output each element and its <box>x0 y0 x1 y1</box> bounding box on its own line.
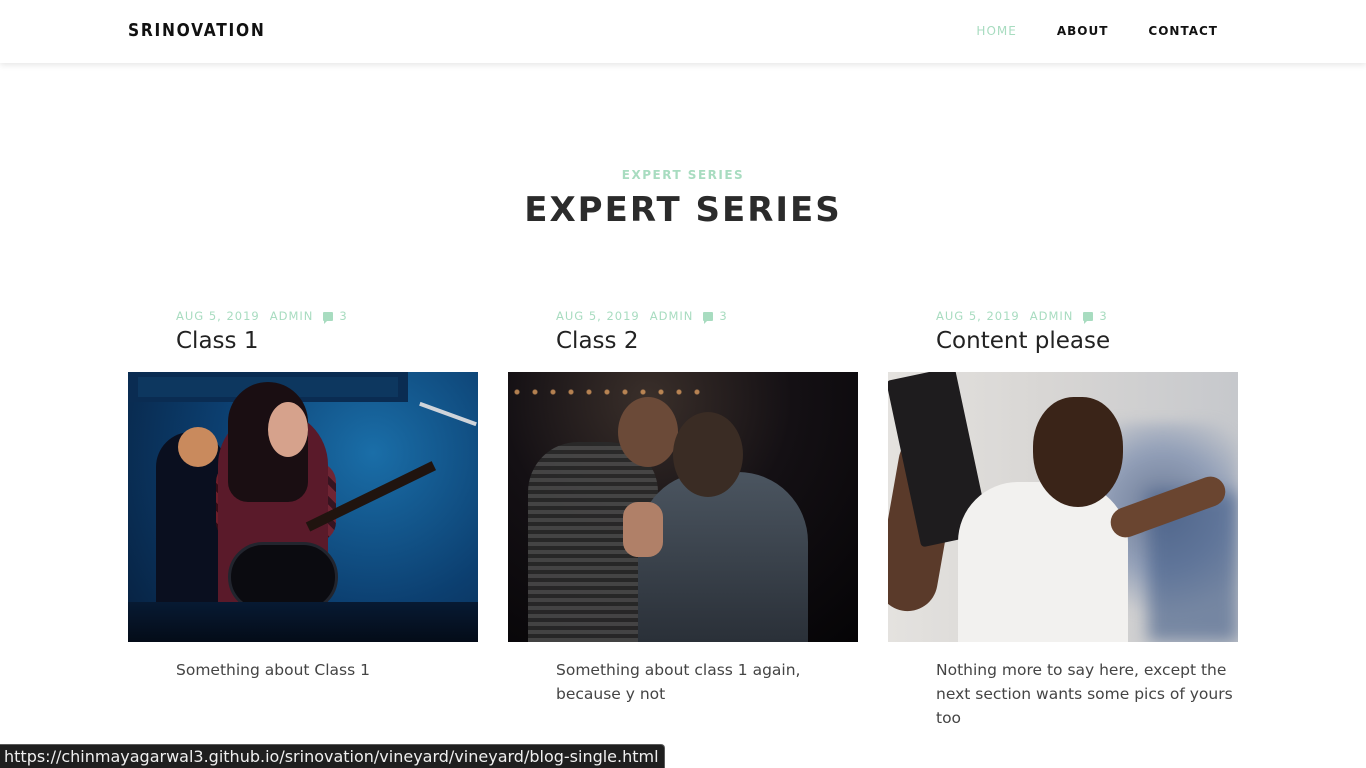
string-lights <box>508 382 708 402</box>
section-subheading: EXPERT SERIES <box>621 168 745 182</box>
post-meta: AUG 5, 2019 ADMIN 3 <box>936 306 1238 326</box>
post-meta: AUG 5, 2019 ADMIN 3 <box>176 306 478 326</box>
post-title[interactable]: Class 1 <box>176 328 478 372</box>
man-head <box>618 397 678 467</box>
man-head <box>1033 397 1123 507</box>
post-comment-count[interactable]: 3 <box>339 309 347 323</box>
comment-icon <box>1083 311 1094 324</box>
blog-card: AUG 5, 2019 ADMIN 3 Class 1 Something ab… <box>128 306 478 682</box>
post-author[interactable]: ADMIN <box>650 309 694 323</box>
boy-head <box>673 412 743 497</box>
main-nav: HOME ABOUT CONTACT <box>936 24 1218 38</box>
blog-card: AUG 5, 2019 ADMIN 3 Class 2 Something ab… <box>508 306 858 706</box>
stage-floor <box>128 602 478 642</box>
site-logo[interactable]: SRINOVATION <box>128 20 266 41</box>
nav-contact[interactable]: CONTACT <box>1148 24 1218 38</box>
post-image[interactable] <box>888 372 1238 642</box>
background-musician-head <box>178 427 218 467</box>
nav-home[interactable]: HOME <box>976 24 1016 38</box>
link-status-bar: https://chinmayagarwal3.github.io/srinov… <box>0 744 665 768</box>
post-author[interactable]: ADMIN <box>1030 309 1074 323</box>
post-date[interactable]: AUG 5, 2019 <box>556 309 640 323</box>
post-title[interactable]: Class 2 <box>556 328 858 372</box>
hand-on-shoulder <box>623 502 663 557</box>
nav-about[interactable]: ABOUT <box>1057 24 1109 38</box>
player-face <box>268 402 308 457</box>
post-comment-count[interactable]: 3 <box>719 309 727 323</box>
post-image[interactable] <box>128 372 478 642</box>
post-meta: AUG 5, 2019 ADMIN 3 <box>556 306 858 326</box>
boy-shirt <box>638 472 808 642</box>
section-heading: EXPERT SERIES <box>524 190 842 230</box>
post-title[interactable]: Content please <box>936 328 1238 372</box>
comment-icon <box>323 311 334 324</box>
site-header: SRINOVATION HOME ABOUT CONTACT <box>0 0 1366 63</box>
comment-icon <box>703 311 714 324</box>
post-comment-count[interactable]: 3 <box>1099 309 1107 323</box>
microphone <box>419 401 477 427</box>
post-excerpt: Nothing more to say here, except the nex… <box>936 661 1233 727</box>
post-image[interactable] <box>508 372 858 642</box>
white-shirt <box>958 482 1128 642</box>
post-date[interactable]: AUG 5, 2019 <box>176 309 260 323</box>
blog-card: AUG 5, 2019 ADMIN 3 Content please Nothi… <box>888 306 1238 730</box>
post-excerpt: Something about class 1 again, because y… <box>556 661 801 703</box>
post-author[interactable]: ADMIN <box>270 309 314 323</box>
post-excerpt: Something about Class 1 <box>176 661 370 679</box>
post-date[interactable]: AUG 5, 2019 <box>936 309 1020 323</box>
